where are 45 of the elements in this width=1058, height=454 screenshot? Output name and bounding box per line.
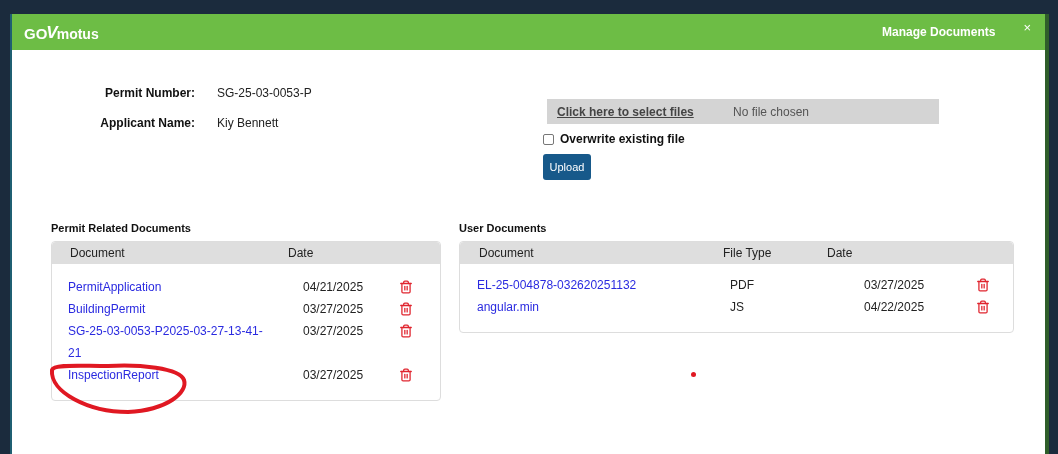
trash-icon (399, 367, 413, 382)
select-files-link[interactable]: Click here to select files (557, 102, 733, 121)
date-cell-text: 03/27/2025 (303, 366, 365, 384)
document-link[interactable]: BuildingPermit (68, 297, 267, 320)
trash-icon (399, 279, 413, 294)
column-header: Date (288, 244, 314, 262)
trash-icon (399, 323, 413, 338)
date-cell-text: 03/27/2025 (303, 322, 365, 340)
column-header: Document (478, 244, 535, 262)
delete-button[interactable] (398, 300, 414, 317)
date-cell-text: 04/22/2025 (864, 298, 926, 316)
document-link[interactable]: EL-25-004878-032620251132 (477, 273, 730, 296)
trash-icon (976, 299, 990, 314)
delete-button[interactable] (975, 298, 991, 315)
overwrite-label: Overwrite existing file (560, 131, 685, 148)
file-status: No file chosen (733, 103, 810, 121)
document-link[interactable]: angular.min (477, 295, 730, 318)
field-value: SG-25-03-0053-P (217, 85, 312, 102)
column-header: Document (69, 244, 126, 262)
trash-icon (399, 301, 413, 316)
document-link[interactable]: InspectionReport (68, 363, 267, 386)
delete-button[interactable] (975, 276, 991, 293)
date-cell-text: 04/21/2025 (303, 278, 365, 296)
file-type-cell-text: JS (730, 298, 745, 316)
column-header: File Type (723, 244, 773, 262)
field-value: Kiy Bennett (217, 115, 279, 132)
upload-button[interactable]: Upload (543, 154, 591, 180)
section-title: User Documents (459, 221, 548, 236)
section-title: Permit Related Documents (51, 221, 192, 236)
logo: GOVmotus (24, 23, 99, 41)
trash-icon (976, 277, 990, 292)
document-link[interactable]: SG-25-03-0053-P2025-03-27-13-41-21 (68, 319, 267, 364)
date-cell-text: 03/27/2025 (864, 276, 926, 294)
column-header: Date (827, 244, 853, 262)
delete-button[interactable] (398, 278, 414, 295)
date-cell-text: 03/27/2025 (303, 300, 365, 318)
document-link[interactable]: PermitApplication (68, 275, 267, 298)
file-type-cell-text: PDF (730, 276, 755, 294)
field-label: Applicant Name: (99, 115, 195, 132)
field-label: Permit Number: (103, 85, 195, 102)
overwrite-checkbox[interactable] (543, 133, 554, 145)
dialog-title: Manage Documents (882, 24, 996, 41)
delete-button[interactable] (398, 366, 414, 383)
delete-button[interactable] (398, 322, 414, 339)
file-picker[interactable]: Click here to select files No file chosen (547, 99, 939, 124)
